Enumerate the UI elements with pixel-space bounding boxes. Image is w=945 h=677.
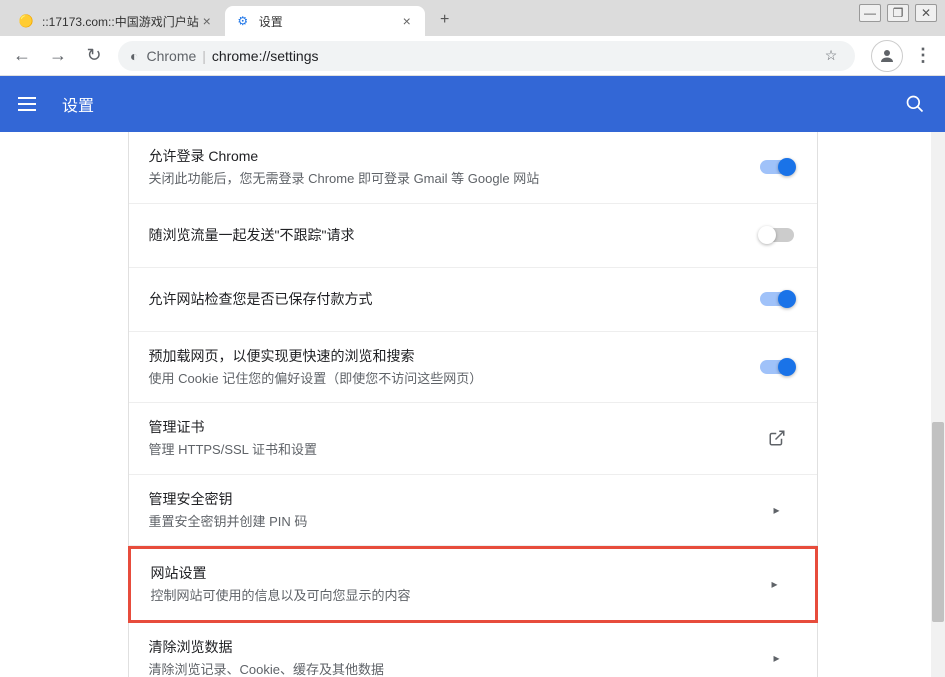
setting-title: 清除浏览数据 (149, 637, 757, 658)
hamburger-menu-icon[interactable] (18, 92, 42, 116)
setting-row-2: 允许网站检查您是否已保存付款方式 (129, 268, 817, 332)
setting-text: 网站设置控制网站可使用的信息以及可向您显示的内容 (151, 563, 755, 606)
browser-toolbar: ← → ↻ ◐ Chrome | chrome://settings ☆ ⋮ (0, 36, 945, 76)
favicon-icon: 🟡 (18, 13, 34, 29)
setting-text: 管理证书管理 HTTPS/SSL 证书和设置 (149, 417, 757, 460)
toggle-switch[interactable] (757, 228, 797, 242)
setting-desc: 清除浏览记录、Cookie、缓存及其他数据 (149, 660, 757, 677)
kebab-menu-button[interactable]: ⋮ (909, 45, 937, 66)
setting-desc: 使用 Cookie 记住您的偏好设置（即使您不访问这些网页） (149, 369, 757, 389)
setting-title: 预加载网页，以便实现更快速的浏览和搜索 (149, 346, 757, 367)
tab-title: ::17173.com::中国游戏门户站 (42, 13, 199, 30)
window-controls: — ❐ ✕ (859, 4, 937, 22)
back-button[interactable]: ← (8, 42, 36, 70)
close-tab-icon[interactable]: × (399, 13, 415, 29)
setting-row-6[interactable]: 网站设置控制网站可使用的信息以及可向您显示的内容▸ (128, 546, 818, 623)
toggle-knob (778, 290, 796, 308)
chevron-right-icon[interactable]: ▸ (757, 651, 797, 665)
setting-text: 管理安全密钥重置安全密钥并创建 PIN 码 (149, 489, 757, 532)
external-link-icon[interactable] (757, 429, 797, 447)
person-icon (878, 47, 896, 65)
setting-desc: 关闭此功能后，您无需登录 Chrome 即可登录 Gmail 等 Google … (149, 169, 757, 189)
setting-title: 管理安全密钥 (149, 489, 757, 510)
setting-desc: 控制网站可使用的信息以及可向您显示的内容 (151, 586, 755, 606)
close-window-button[interactable]: ✕ (915, 4, 937, 22)
setting-text: 允许登录 Chrome关闭此功能后，您无需登录 Chrome 即可登录 Gmai… (149, 146, 757, 189)
page-title: 设置 (62, 92, 903, 116)
tab-strip: 🟡 ::17173.com::中国游戏门户站 × ⚙ 设置 × + (0, 0, 945, 36)
setting-title: 允许登录 Chrome (149, 146, 757, 167)
toggle-switch[interactable] (757, 360, 797, 374)
scrollbar[interactable] (931, 132, 945, 677)
chevron-right-icon[interactable]: ▸ (757, 503, 797, 517)
settings-content: 允许登录 Chrome关闭此功能后，您无需登录 Chrome 即可登录 Gmai… (0, 132, 945, 677)
setting-row-5[interactable]: 管理安全密钥重置安全密钥并创建 PIN 码▸ (129, 475, 817, 547)
tab-17173[interactable]: 🟡 ::17173.com::中国游戏门户站 × (8, 6, 225, 36)
setting-title: 随浏览流量一起发送"不跟踪"请求 (149, 225, 757, 246)
setting-text: 预加载网页，以便实现更快速的浏览和搜索使用 Cookie 记住您的偏好设置（即使… (149, 346, 757, 389)
toggle-on[interactable] (760, 160, 794, 174)
toggle-on[interactable] (760, 292, 794, 306)
profile-button[interactable] (871, 40, 903, 72)
chrome-icon: ◐ (130, 48, 138, 64)
setting-row-7[interactable]: 清除浏览数据清除浏览记录、Cookie、缓存及其他数据▸ (129, 623, 817, 677)
setting-row-1: 随浏览流量一起发送"不跟踪"请求 (129, 204, 817, 268)
toggle-knob (778, 358, 796, 376)
new-tab-button[interactable]: + (431, 6, 459, 34)
maximize-button[interactable]: ❐ (887, 4, 909, 22)
toggle-off[interactable] (760, 228, 794, 242)
setting-row-4[interactable]: 管理证书管理 HTTPS/SSL 证书和设置 (129, 403, 817, 475)
chevron-right-icon[interactable]: ▸ (755, 577, 795, 591)
setting-title: 管理证书 (149, 417, 757, 438)
privacy-settings-card: 允许登录 Chrome关闭此功能后，您无需登录 Chrome 即可登录 Gmai… (128, 132, 818, 677)
tab-settings[interactable]: ⚙ 设置 × (225, 6, 425, 36)
reload-button[interactable]: ↻ (80, 42, 108, 70)
toggle-switch[interactable] (757, 292, 797, 306)
setting-row-0: 允许登录 Chrome关闭此功能后，您无需登录 Chrome 即可登录 Gmai… (129, 132, 817, 204)
setting-text: 随浏览流量一起发送"不跟踪"请求 (149, 225, 757, 246)
tab-title: 设置 (259, 13, 399, 30)
setting-title: 允许网站检查您是否已保存付款方式 (149, 289, 757, 310)
address-bar[interactable]: ◐ Chrome | chrome://settings ☆ (118, 41, 855, 71)
toggle-knob (758, 226, 776, 244)
setting-text: 允许网站检查您是否已保存付款方式 (149, 289, 757, 310)
scrollbar-thumb[interactable] (932, 422, 944, 622)
setting-row-3: 预加载网页，以便实现更快速的浏览和搜索使用 Cookie 记住您的偏好设置（即使… (129, 332, 817, 404)
separator: | (202, 48, 206, 64)
toggle-knob (778, 158, 796, 176)
gear-icon: ⚙ (235, 13, 251, 29)
address-prefix: Chrome (146, 48, 196, 64)
setting-desc: 重置安全密钥并创建 PIN 码 (149, 512, 757, 532)
toggle-switch[interactable] (757, 160, 797, 174)
search-icon[interactable] (903, 92, 927, 116)
close-tab-icon[interactable]: × (199, 13, 215, 29)
minimize-button[interactable]: — (859, 4, 881, 22)
bookmark-star-icon[interactable]: ☆ (819, 47, 843, 64)
setting-title: 网站设置 (151, 563, 755, 584)
forward-button[interactable]: → (44, 42, 72, 70)
setting-text: 清除浏览数据清除浏览记录、Cookie、缓存及其他数据 (149, 637, 757, 677)
settings-header: 设置 (0, 76, 945, 132)
address-url: chrome://settings (212, 48, 819, 64)
toggle-on[interactable] (760, 360, 794, 374)
nav-buttons: ← → ↻ (8, 42, 108, 70)
setting-desc: 管理 HTTPS/SSL 证书和设置 (149, 440, 757, 460)
